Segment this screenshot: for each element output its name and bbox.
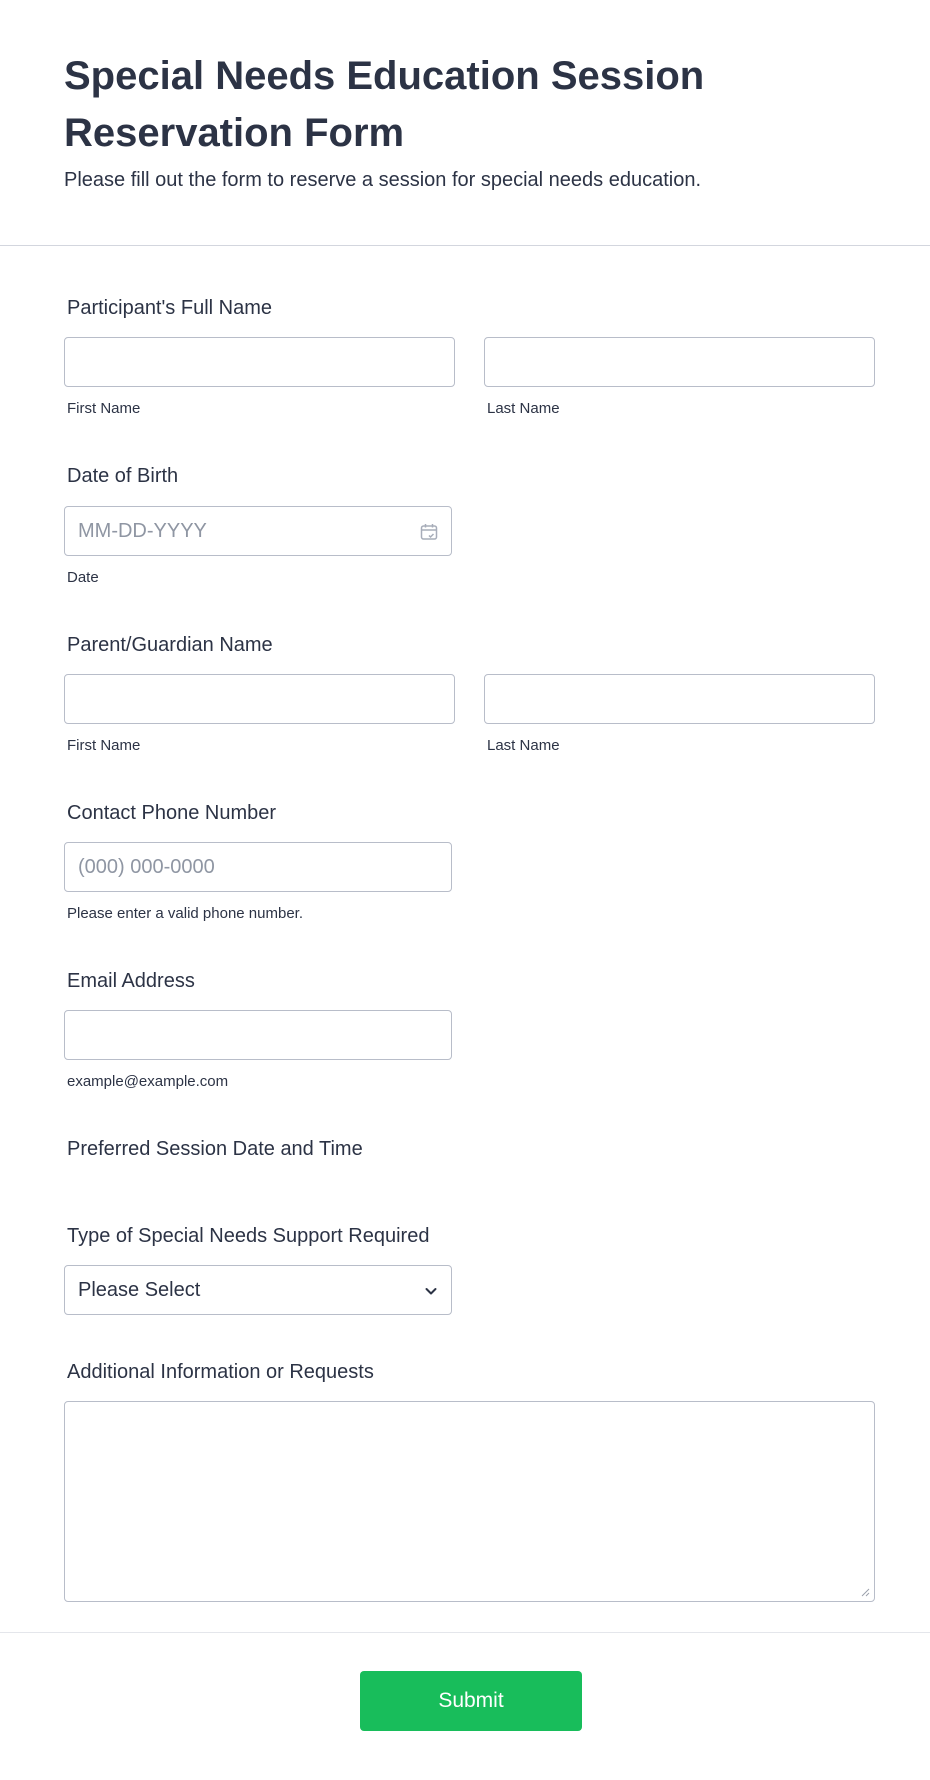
guardian-name-label: Parent/Guardian Name [67, 634, 273, 656]
guardian-first-name-input[interactable] [64, 674, 455, 724]
resize-handle-icon[interactable] [860, 1587, 870, 1597]
participant-name-label: Participant's Full Name [67, 297, 272, 319]
session-datetime-label: Preferred Session Date and Time [67, 1138, 363, 1160]
phone-sublabel: Please enter a valid phone number. [67, 905, 303, 922]
phone-label: Contact Phone Number [67, 802, 277, 824]
submit-button[interactable]: Submit [360, 1671, 582, 1731]
page-title: Special Needs Education Session Reservat… [64, 54, 705, 155]
guardian-first-name-sublabel: First Name [67, 737, 141, 754]
additional-info-label: Additional Information or Requests [67, 1361, 374, 1383]
support-type-selected: Please Select [78, 1279, 201, 1301]
date-of-birth-sublabel: Date [67, 569, 99, 586]
calendar-icon[interactable] [419, 522, 439, 542]
email-input[interactable] [64, 1010, 452, 1060]
support-type-select[interactable]: Please Select [64, 1265, 452, 1315]
date-of-birth-input[interactable]: MM-DD-YYYY [64, 506, 452, 556]
email-label: Email Address [67, 970, 195, 992]
guardian-last-name-input[interactable] [484, 674, 875, 724]
form-header: Special Needs Education Session Reservat… [0, 0, 930, 246]
footer-divider [0, 1632, 930, 1633]
support-type-label: Type of Special Needs Support Required [67, 1225, 430, 1247]
page-subtitle: Please fill out the form to reserve a se… [64, 169, 702, 191]
date-of-birth-label: Date of Birth [67, 465, 179, 487]
guardian-last-name-sublabel: Last Name [487, 737, 560, 754]
participant-first-name-sublabel: First Name [67, 400, 141, 417]
phone-input[interactable]: (000) 000-0000 [64, 842, 452, 892]
participant-last-name-input[interactable] [484, 337, 875, 387]
date-of-birth-placeholder: MM-DD-YYYY [78, 520, 207, 542]
additional-info-textarea[interactable] [64, 1401, 875, 1602]
phone-placeholder: (000) 000-0000 [78, 856, 215, 878]
participant-last-name-sublabel: Last Name [487, 400, 560, 417]
participant-first-name-input[interactable] [64, 337, 455, 387]
chevron-down-icon [425, 1288, 437, 1295]
email-sublabel: example@example.com [67, 1073, 229, 1090]
